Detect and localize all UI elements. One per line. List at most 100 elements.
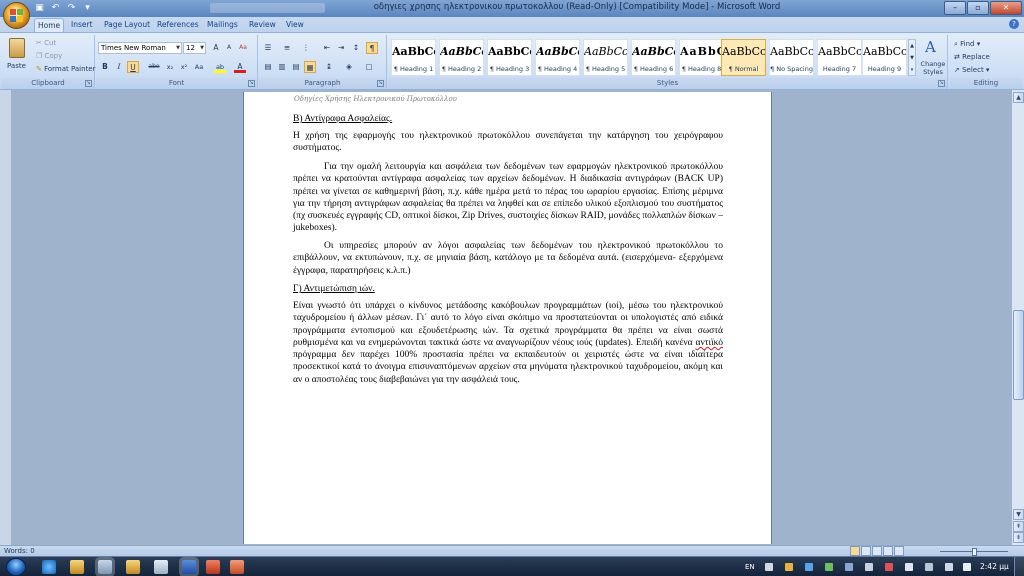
shading-icon[interactable]: ◈: [343, 61, 355, 73]
cut-button[interactable]: ✂ Cut: [36, 38, 56, 48]
styles-scroll[interactable]: ▲ ▼ ▾: [908, 39, 916, 76]
superscript-button[interactable]: x²: [178, 61, 190, 73]
tab-view[interactable]: View: [283, 18, 307, 32]
find-button[interactable]: ⌕ Find ▾: [954, 39, 980, 49]
tab-review[interactable]: Review: [246, 18, 279, 32]
copy-button[interactable]: ❐ Copy: [36, 51, 62, 61]
style-heading-6[interactable]: AaBbCc ¶ Heading 6: [631, 39, 676, 76]
justify-icon[interactable]: ▦: [304, 61, 316, 73]
style-heading-5[interactable]: AaBbCc. ¶ Heading 5: [583, 39, 628, 76]
explorer-icon[interactable]: [126, 560, 140, 574]
line-spacing-icon[interactable]: ↨: [323, 61, 335, 73]
next-page-icon[interactable]: ⇟: [1013, 532, 1024, 543]
font-name-combo[interactable]: Times New Roman ▼: [98, 42, 182, 54]
style-heading-3[interactable]: AaBbCc ¶ Heading 3: [487, 39, 532, 76]
styles-launcher-icon[interactable]: ↘: [938, 80, 945, 87]
bullets-icon[interactable]: ☰: [262, 42, 274, 54]
tab-home[interactable]: Home: [34, 18, 65, 32]
bold-button[interactable]: B: [99, 61, 111, 73]
zoom-slider-thumb[interactable]: [972, 548, 977, 556]
increase-indent-icon[interactable]: ⇥: [335, 42, 347, 54]
bluetooth-icon[interactable]: [845, 563, 853, 571]
shrink-font-button[interactable]: A: [223, 42, 235, 54]
folder-icon[interactable]: [70, 560, 84, 574]
scroll-thumb[interactable]: [1013, 310, 1024, 400]
vertical-scrollbar[interactable]: ▲ ▼ ⇞ ⇟: [1011, 90, 1024, 545]
maximize-button[interactable]: ▫: [967, 1, 989, 15]
network-icon[interactable]: [805, 563, 813, 571]
font-size-combo[interactable]: 12 ▼: [183, 42, 206, 54]
show-marks-icon[interactable]: ¶: [366, 42, 378, 54]
paste-button[interactable]: Paste: [5, 37, 30, 75]
help-icon[interactable]: ?: [1009, 19, 1019, 29]
font-launcher-icon[interactable]: ↘: [248, 80, 255, 87]
align-center-icon[interactable]: ▥: [276, 61, 288, 73]
minimize-button[interactable]: –: [944, 1, 966, 15]
tray-alert-icon[interactable]: [885, 563, 893, 571]
language-indicator[interactable]: EN: [745, 557, 755, 576]
multilevel-list-icon[interactable]: ⋮: [300, 42, 312, 54]
keyboard-icon[interactable]: [765, 563, 773, 571]
print-layout-icon[interactable]: [850, 546, 860, 556]
spelling-error[interactable]: αντιϊκό: [695, 338, 723, 348]
paragraph-launcher-icon[interactable]: ↘: [377, 80, 384, 87]
tray-green-icon[interactable]: [825, 563, 833, 571]
full-screen-reading-icon[interactable]: [861, 546, 871, 556]
underline-button[interactable]: U: [127, 61, 139, 73]
tab-references[interactable]: References: [154, 18, 202, 32]
flag-icon[interactable]: [905, 563, 913, 571]
previous-page-icon[interactable]: ⇞: [1013, 521, 1024, 532]
borders-icon[interactable]: ▢: [363, 61, 375, 73]
style-heading-4[interactable]: AaBbCc ¶ Heading 4: [535, 39, 580, 76]
tab-page-layout[interactable]: Page Layout: [101, 18, 153, 32]
powerpoint-icon[interactable]: [206, 560, 220, 574]
style-heading-2[interactable]: AaBbCc ¶ Heading 2: [439, 39, 484, 76]
power-icon[interactable]: [925, 563, 933, 571]
document-page[interactable]: Οδηγίες Χρήσης Ηλεκτρονικού Πρωτοκόλλου …: [243, 92, 772, 544]
tab-insert[interactable]: Insert: [68, 18, 96, 32]
scroll-up-icon[interactable]: ▲: [1013, 92, 1024, 103]
draft-icon[interactable]: [894, 546, 904, 556]
grow-font-button[interactable]: A: [210, 42, 222, 54]
volume-icon[interactable]: [963, 563, 971, 571]
web-layout-icon[interactable]: [872, 546, 882, 556]
strikethrough-button[interactable]: abe: [148, 61, 160, 73]
sort-icon[interactable]: ↕: [350, 42, 362, 54]
show-desktop-button[interactable]: [1014, 557, 1024, 576]
ie-icon[interactable]: [42, 560, 56, 574]
window-icon[interactable]: [154, 560, 168, 574]
change-case-button[interactable]: Aa: [193, 61, 205, 73]
word-icon[interactable]: [182, 560, 196, 574]
tab-mailings[interactable]: Mailings: [204, 18, 241, 32]
scroll-down-icon[interactable]: ▼: [1013, 509, 1024, 520]
signal-icon[interactable]: [945, 563, 953, 571]
style-no-spacing[interactable]: AaBbCcI ¶ No Spacing: [769, 39, 814, 76]
style-heading-9[interactable]: AaBbCcDc Heading 9: [862, 39, 907, 76]
change-styles-button[interactable]: A Change Styles: [918, 38, 948, 78]
tray-device-icon[interactable]: [865, 563, 873, 571]
close-button[interactable]: ✕: [990, 1, 1022, 15]
file-manager-icon[interactable]: [98, 560, 112, 574]
style-heading-7[interactable]: AaBbCcD Heading 7: [817, 39, 862, 76]
start-button[interactable]: [6, 558, 26, 576]
style-normal[interactable]: AaBbCcI ¶ Normal: [721, 39, 766, 76]
style-heading-8[interactable]: AaBbC ¶ Heading 8: [679, 39, 724, 76]
italic-button[interactable]: I: [113, 61, 125, 73]
office-button[interactable]: [3, 2, 30, 29]
align-right-icon[interactable]: ▤: [290, 61, 302, 73]
clock[interactable]: 2:42 μμ: [980, 557, 1009, 576]
numbering-icon[interactable]: ≡: [281, 42, 293, 54]
pdf-icon[interactable]: [230, 560, 244, 574]
style-heading-1[interactable]: AaBbCc ¶ Heading 1: [391, 39, 436, 76]
subscript-button[interactable]: x₂: [164, 61, 176, 73]
highlight-button[interactable]: ab: [214, 61, 226, 73]
replace-button[interactable]: ⇄ Replace: [954, 52, 990, 62]
select-button[interactable]: ➚ Select ▾: [954, 65, 989, 75]
decrease-indent-icon[interactable]: ⇤: [321, 42, 333, 54]
outline-icon[interactable]: [883, 546, 893, 556]
font-color-button[interactable]: A: [234, 61, 246, 73]
clear-formatting-button[interactable]: Aa: [237, 42, 249, 54]
tray-app-icon[interactable]: [785, 563, 793, 571]
clipboard-launcher-icon[interactable]: ↘: [85, 80, 92, 87]
format-painter-button[interactable]: ✎ Format Painter: [36, 64, 96, 74]
